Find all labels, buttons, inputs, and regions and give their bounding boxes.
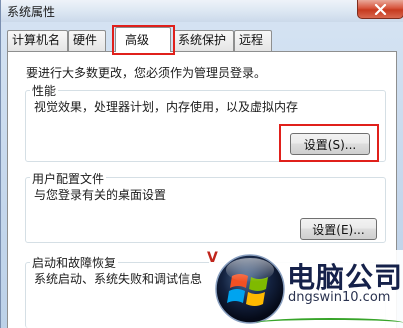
tab-system-protection[interactable]: 系统保护	[173, 30, 234, 51]
title-bar[interactable]: 系统属性	[1, 0, 403, 22]
performance-settings-button[interactable]: 设置(S)...	[290, 133, 370, 155]
tab-hardware[interactable]: 硬件	[68, 30, 106, 51]
performance-title: 性能	[30, 82, 59, 99]
tab-label: 计算机名	[12, 33, 61, 47]
user-profiles-settings-button[interactable]: 设置(E)...	[300, 218, 377, 240]
watermark-url: dngswin10.com	[288, 290, 391, 305]
tab-label: 系统保护	[178, 33, 227, 47]
admin-notice: 要进行大多数更改，您必须作为管理员登录。	[26, 66, 267, 80]
tab-advanced[interactable]: 高级	[115, 27, 171, 52]
tab-label: 硬件	[73, 33, 98, 47]
startup-recovery-description: 系统启动、系统失败和调试信息	[34, 272, 203, 286]
system-properties-window: 系统属性 计算机名 硬件 高级 系统保护 远程 要进行大多数更改，您必须作为管理…	[0, 0, 403, 328]
window-title: 系统属性	[7, 5, 56, 19]
user-profiles-title: 用户配置文件	[30, 170, 107, 187]
tab-label: 高级	[125, 33, 150, 47]
tab-remote[interactable]: 远程	[234, 30, 272, 51]
windows-logo-icon	[215, 254, 285, 324]
close-icon	[374, 3, 387, 15]
user-profiles-description: 与您登录有关的桌面设置	[34, 188, 167, 202]
watermark-green-swoosh	[256, 318, 403, 328]
startup-recovery-title: 启动和故障恢复	[30, 254, 119, 271]
performance-description: 视觉效果，处理器计划，内存使用，以及虚拟内存	[34, 100, 299, 114]
tab-label: 远程	[239, 33, 264, 47]
tab-computer-name[interactable]: 计算机名	[7, 30, 68, 51]
close-button[interactable]	[357, 0, 403, 19]
